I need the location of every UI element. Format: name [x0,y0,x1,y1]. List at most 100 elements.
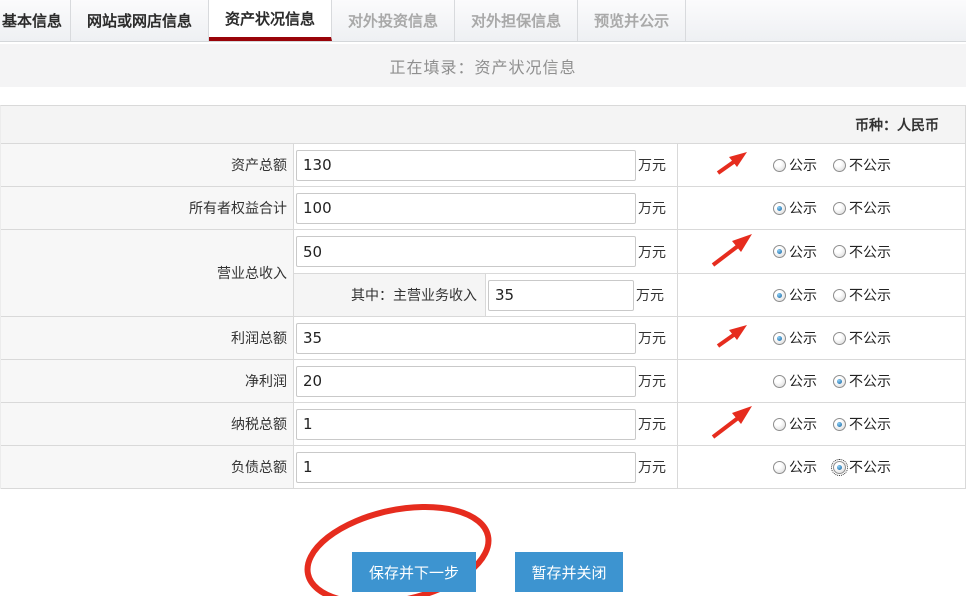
radio-private-label: 不公示 [849,285,891,305]
status-text: 正在填录：资产状况信息 [389,54,576,78]
row-label-cell: 营业总收入 [1,230,294,316]
tab-label: 对外投资信息 [348,10,438,31]
unit-label: 万元 [638,198,666,218]
radio-public-button[interactable] [773,159,786,172]
radio-public-button[interactable] [773,418,786,431]
publish-choice-cell: 公示 不公示 [678,274,965,316]
row-label: 净利润 [245,371,287,391]
amount-input[interactable] [488,280,634,311]
tab-label: 基本信息 [2,10,62,31]
amount-cell: 万元 [294,317,678,359]
row-label-cell: 负债总额 [1,446,294,488]
tab-对外投资信息[interactable]: 对外投资信息 [332,0,455,41]
radio-public-button[interactable] [773,245,786,258]
publish-choice-cell: 公示 不公示 [678,360,965,402]
radio-option-public[interactable]: 公示 [773,198,817,218]
radio-option-private[interactable]: 不公示 [833,328,891,348]
radio-private-label: 不公示 [849,198,891,218]
asset-table: 币种：人民币 资产总额万元公示不公示所有者权益合计万元公示不公示营业总收入万元公… [0,105,966,489]
radio-public-button[interactable] [773,289,786,302]
red-arrow-icon [708,232,754,272]
red-arrow-icon [708,404,754,444]
subrow-label: 其中：主营业务收入 [351,285,477,305]
amount-input[interactable] [296,193,636,224]
subrow-label-cell: 其中：主营业务收入 [294,274,486,316]
table-row: 负债总额万元公示不公示 [1,446,965,489]
radio-public-button[interactable] [773,332,786,345]
radio-option-private[interactable]: 不公示 [833,457,891,477]
table-row: 利润总额万元公示不公示 [1,317,965,360]
tab-label: 资产状况信息 [225,8,315,29]
radio-option-public[interactable]: 公示 [773,371,817,391]
amount-input[interactable] [296,452,636,483]
tab-基本信息[interactable]: 基本信息 [0,0,71,41]
radio-option-private[interactable]: 不公示 [833,414,891,434]
tab-网站或网店信息[interactable]: 网站或网店信息 [71,0,209,41]
radio-private-button[interactable] [833,245,846,258]
radio-private-button[interactable] [833,418,846,431]
radio-public-button[interactable] [773,461,786,474]
radio-private-label: 不公示 [849,371,891,391]
radio-option-public[interactable]: 公示 [773,328,817,348]
radio-public-label: 公示 [789,285,817,305]
radio-option-private[interactable]: 不公示 [833,285,891,305]
radio-private-label: 不公示 [849,155,891,175]
amount-input[interactable] [296,150,636,181]
radio-option-public[interactable]: 公示 [773,457,817,477]
radio-private-label: 不公示 [849,328,891,348]
unit-label: 万元 [638,328,666,348]
amount-input[interactable] [296,366,636,397]
radio-option-private[interactable]: 不公示 [833,242,891,262]
tab-label: 网站或网店信息 [87,10,192,31]
tab-对外担保信息[interactable]: 对外担保信息 [455,0,578,41]
radio-public-button[interactable] [773,202,786,215]
radio-private-button[interactable] [833,375,846,388]
radio-private-button[interactable] [833,159,846,172]
radio-private-button[interactable] [833,289,846,302]
save-next-button[interactable]: 保存并下一步 [352,552,476,592]
publish-choice-cell: 公示不公示 [678,230,965,273]
radio-private-label: 不公示 [849,414,891,434]
subrow-detail: 其中：主营业务收入万元 公示 不公示 [294,273,965,316]
tab-预览并公示[interactable]: 预览并公示 [578,0,686,41]
radio-option-private[interactable]: 不公示 [833,371,891,391]
amount-cell: 万元 [294,144,678,186]
amount-input[interactable] [296,323,636,354]
table-row: 营业总收入万元公示不公示其中：主营业务收入万元公示不公示 [1,230,965,317]
row-label-cell: 纳税总额 [1,403,294,445]
amount-input[interactable] [296,236,636,267]
radio-option-public[interactable]: 公示 [773,285,817,305]
radio-option-private[interactable]: 不公示 [833,198,891,218]
radio-public-label: 公示 [789,198,817,218]
radio-public-label: 公示 [789,155,817,175]
radio-private-button[interactable] [833,461,846,474]
radio-private-button[interactable] [833,332,846,345]
radio-public-button[interactable] [773,375,786,388]
amount-input[interactable] [296,409,636,440]
unit-label: 万元 [638,155,666,175]
save-close-button[interactable]: 暂存并关闭 [515,552,623,592]
table-row: 资产总额 万元 公示 不公示 [1,144,965,187]
tab-bar: 基本信息 网站或网店信息 资产状况信息 对外投资信息对外担保信息预览并公示 [0,0,966,42]
amount-cell: 万元 [294,360,678,402]
radio-option-private[interactable]: 不公示 [833,155,891,175]
table-row: 所有者权益合计万元公示不公示 [1,187,965,230]
status-band: 正在填录：资产状况信息 [0,44,966,87]
table-header: 币种：人民币 [1,106,965,144]
table-row: 净利润万元 公示 不公示 [1,360,965,403]
currency-label: 币种：人民币 [855,115,939,135]
row-label: 资产总额 [231,155,287,175]
table-row: 纳税总额万元 公示 不公示 [1,403,965,446]
publish-choice-cell: 公示 不公示 [678,317,965,359]
row-group-right: 万元公示不公示其中：主营业务收入万元公示不公示 [294,230,965,316]
amount-cell: 万元 [486,274,678,316]
amount-cell: 万元 [294,230,678,273]
radio-option-public[interactable]: 公示 [773,155,817,175]
radio-private-button[interactable] [833,202,846,215]
tab-资产状况信息[interactable]: 资产状况信息 [209,0,332,41]
radio-option-public[interactable]: 公示 [773,242,817,262]
amount-cell: 万元 [294,403,678,445]
asset-status-form-page: 基本信息 网站或网店信息 资产状况信息 对外投资信息对外担保信息预览并公示 正在填录：… [0,0,966,596]
row-label: 纳税总额 [231,414,287,434]
radio-option-public[interactable]: 公示 [773,414,817,434]
